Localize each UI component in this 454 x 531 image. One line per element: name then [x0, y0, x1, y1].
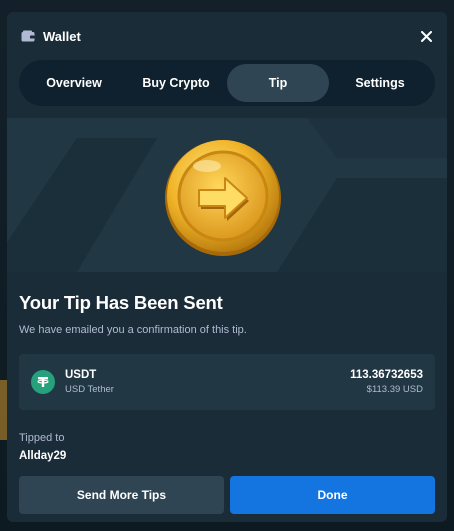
wallet-tabs: Overview Buy Crypto Tip Settings — [19, 60, 435, 106]
tab-settings[interactable]: Settings — [329, 64, 431, 102]
wallet-icon — [21, 30, 35, 42]
asset-names: USDT USD Tether — [65, 369, 114, 395]
tab-tip[interactable]: Tip — [227, 64, 329, 102]
asset-name: USD Tether — [65, 384, 114, 395]
close-icon[interactable] — [417, 27, 435, 45]
confirmation-title: Your Tip Has Been Sent — [19, 292, 223, 313]
modal-title: Wallet — [43, 28, 81, 44]
usdt-icon — [31, 370, 55, 394]
send-more-tips-button[interactable]: Send More Tips — [19, 476, 224, 514]
tipped-asset-card: USDT USD Tether 113.36732653 $113.39 USD — [19, 354, 435, 410]
tip-fiat-value: $113.39 USD — [366, 384, 423, 395]
arrow-coin-icon — [165, 140, 281, 256]
wallet-modal: Wallet Overview Buy Crypto Tip Settings — [7, 12, 447, 522]
modal-actions: Send More Tips Done — [19, 476, 435, 514]
done-button[interactable]: Done — [230, 476, 435, 514]
modal-header: Wallet — [7, 12, 447, 60]
tab-buy-crypto[interactable]: Buy Crypto — [125, 64, 227, 102]
tip-amount: 113.36732653 — [350, 369, 423, 381]
recipient-username: Allday29 — [19, 450, 67, 462]
tip-confirmation: Your Tip Has Been Sent We have emailed y… — [19, 274, 435, 462]
tab-overview[interactable]: Overview — [23, 64, 125, 102]
recipient-label: Tipped to — [19, 432, 65, 444]
asset-symbol: USDT — [65, 369, 97, 381]
asset-amounts: 113.36732653 $113.39 USD — [350, 369, 423, 395]
confirmation-subtitle: We have emailed you a confirmation of th… — [19, 324, 247, 336]
tip-sent-banner — [7, 118, 447, 272]
